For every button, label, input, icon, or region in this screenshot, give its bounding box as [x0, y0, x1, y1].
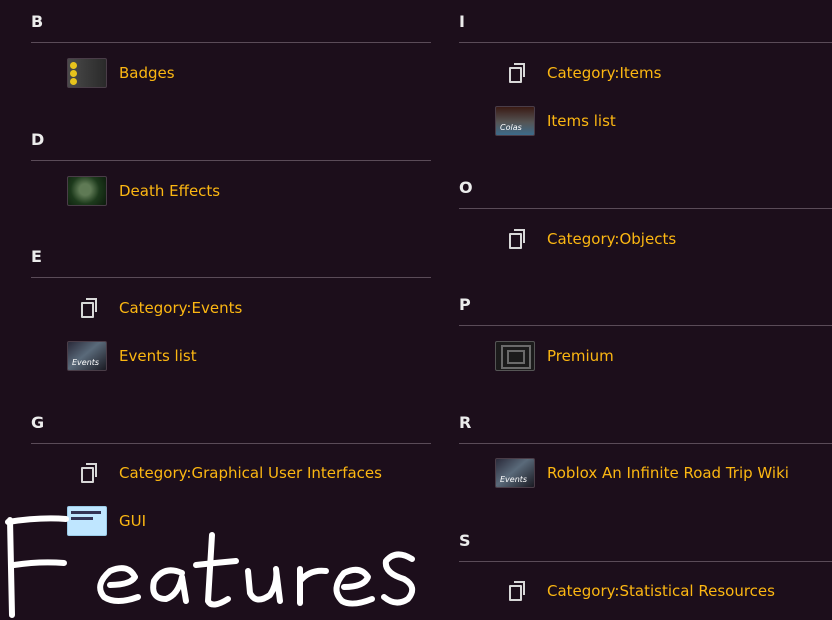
section-letter: R: [459, 413, 472, 432]
items-thumbnail: Colas: [495, 106, 535, 136]
section-letter: P: [459, 295, 471, 314]
link-category-items[interactable]: Category:Items: [547, 63, 661, 83]
section-letter: B: [31, 12, 44, 31]
thumbnail-caption: Events: [500, 475, 528, 484]
copy-pages-icon: [495, 58, 535, 88]
link-category-objects[interactable]: Category:Objects: [547, 229, 676, 249]
list-item[interactable]: Category:Objects: [495, 222, 832, 256]
section-divider: [459, 325, 832, 326]
section-divider: [459, 42, 832, 43]
list-item[interactable]: Colas Items list: [495, 104, 832, 138]
section-divider: [31, 443, 431, 444]
section-divider: [459, 561, 832, 562]
badges-thumbnail: [67, 58, 107, 88]
copy-pages-icon: [495, 576, 535, 606]
section-divider: [31, 42, 431, 43]
link-category-gui[interactable]: Category:Graphical User Interfaces: [119, 463, 382, 483]
section-letter: I: [459, 12, 465, 31]
section-letter: D: [31, 130, 45, 149]
link-category-statistical-resources[interactable]: Category:Statistical Resources: [547, 581, 775, 601]
section-letter: G: [31, 413, 45, 432]
link-badges[interactable]: Badges: [119, 63, 175, 83]
list-item[interactable]: Category:Events: [67, 291, 431, 325]
premium-thumbnail: [495, 341, 535, 371]
thumbnail-caption: Events: [72, 358, 100, 367]
wiki-thumbnail: Events: [495, 458, 535, 488]
link-category-events[interactable]: Category:Events: [119, 298, 242, 318]
section-divider: [459, 443, 832, 444]
link-death-effects[interactable]: Death Effects: [119, 181, 220, 201]
copy-pages-icon: [67, 458, 107, 488]
section-letter: O: [459, 178, 473, 197]
link-wiki[interactable]: Roblox An Infinite Road Trip Wiki: [547, 463, 789, 483]
section-divider: [459, 208, 832, 209]
list-item[interactable]: Events Events list: [67, 339, 431, 373]
death-effects-thumbnail: [67, 176, 107, 206]
link-premium[interactable]: Premium: [547, 346, 614, 366]
list-item[interactable]: Category:Statistical Resources: [495, 574, 832, 608]
section-divider: [31, 160, 431, 161]
events-thumbnail: Events: [67, 341, 107, 371]
list-item[interactable]: Category:Items: [495, 56, 832, 90]
section-letter: S: [459, 531, 471, 550]
link-items-list[interactable]: Items list: [547, 111, 616, 131]
link-gui[interactable]: GUI: [119, 511, 146, 531]
list-item[interactable]: Death Effects: [67, 174, 431, 208]
section-divider: [31, 277, 431, 278]
copy-pages-icon: [495, 224, 535, 254]
link-events-list[interactable]: Events list: [119, 346, 197, 366]
thumbnail-caption: Colas: [500, 123, 522, 132]
list-item[interactable]: Premium: [495, 339, 832, 373]
list-item[interactable]: Events Roblox An Infinite Road Trip Wiki: [495, 456, 832, 490]
gui-thumbnail: [67, 506, 107, 536]
list-item[interactable]: Badges: [67, 56, 431, 90]
list-item[interactable]: Category:Graphical User Interfaces: [67, 456, 431, 490]
copy-pages-icon: [67, 293, 107, 323]
section-letter: E: [31, 247, 42, 266]
list-item[interactable]: GUI: [67, 504, 431, 538]
